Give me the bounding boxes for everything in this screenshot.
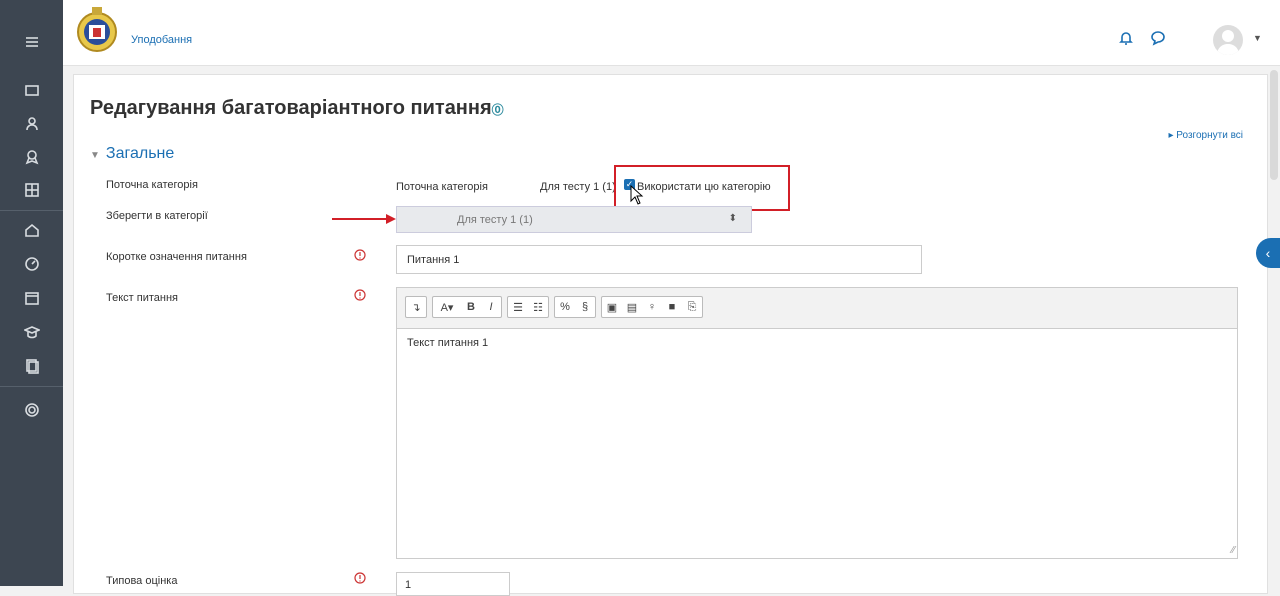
question-text-editor: ↴ A▾ B I ☰ ☷ % § ▣ ▤ ♀ ■ ⎘ Текст питання… (396, 287, 1238, 559)
unlink-icon[interactable]: § (575, 297, 595, 317)
user-menu-caret-icon[interactable]: ▼ (1253, 33, 1262, 43)
save-in-category-select[interactable]: Для тесту 1 (1) ⬍ (396, 206, 752, 233)
block-drawer-toggle-icon[interactable]: ‹ (1256, 238, 1280, 268)
grades-icon[interactable] (20, 178, 44, 202)
settings-icon[interactable] (20, 398, 44, 422)
italic-icon[interactable]: I (481, 297, 501, 317)
courses-icon[interactable] (20, 320, 44, 344)
help-icon[interactable]: ⓪ (492, 103, 504, 117)
menu-icon[interactable] (20, 30, 44, 54)
question-text-label: Текст питання (106, 292, 178, 304)
top-navbar: Уподобання ▼ (63, 0, 1280, 66)
save-in-category-value: Для тесту 1 (1) (457, 214, 533, 226)
user-avatar[interactable] (1213, 25, 1243, 55)
short-name-input[interactable]: Питання 1 (396, 245, 922, 274)
page-title: Редагування багатоваріантного питання⓪ (90, 97, 504, 119)
nav-drawer (0, 0, 63, 586)
resize-handle-icon[interactable]: ⁄⁄ (1232, 545, 1235, 556)
red-arrow-annotation (332, 214, 396, 224)
video-icon[interactable]: ■ (662, 297, 682, 317)
main-region: Редагування багатоваріантного питання⓪ ▸… (73, 74, 1268, 596)
section-general-header[interactable]: ▼ Загальне (90, 145, 174, 163)
save-in-category-label: Зберегти в категорії (106, 210, 208, 222)
bold-icon[interactable]: B (461, 297, 481, 317)
expand-all-link[interactable]: ▸ Розгорнути всі (1168, 130, 1243, 141)
bell-icon[interactable] (1118, 30, 1138, 50)
question-text-content: Текст питання 1 (407, 337, 489, 349)
home-icon[interactable] (20, 218, 44, 242)
message-icon[interactable] (1150, 30, 1170, 50)
site-link-preferences[interactable]: Уподобання (131, 34, 192, 46)
site-logo[interactable] (75, 4, 119, 54)
participants-icon[interactable] (20, 112, 44, 136)
default-mark-label: Типова оцінка (106, 575, 178, 587)
unordered-list-icon[interactable]: ☰ (508, 297, 528, 317)
question-text-area[interactable]: Текст питання 1 ⁄⁄ (397, 328, 1237, 558)
link-icon[interactable]: % (555, 297, 575, 317)
toolbar-toggle-icon[interactable]: ↴ (406, 297, 426, 317)
ordered-list-icon[interactable]: ☷ (528, 297, 548, 317)
mouse-cursor-icon (630, 185, 644, 205)
current-category-value: Для тесту 1 (1) (540, 181, 616, 193)
badges-icon[interactable] (20, 145, 44, 169)
select-arrows-icon: ⬍ (728, 213, 737, 224)
page-scrollbar[interactable] (1270, 70, 1278, 180)
folder-icon[interactable] (20, 78, 44, 102)
paragraph-style-icon[interactable]: A▾ (433, 297, 461, 317)
calendar-icon[interactable] (20, 286, 44, 310)
required-icon (354, 249, 366, 264)
media-icon[interactable]: ▤ (622, 297, 642, 317)
short-name-label: Коротке означення питання (106, 251, 247, 263)
default-mark-input[interactable]: 1 (396, 572, 510, 596)
collapse-chevron-icon: ▼ (90, 150, 100, 161)
required-icon (354, 572, 366, 587)
files-icon[interactable] (20, 354, 44, 378)
required-icon (354, 289, 366, 304)
image-icon[interactable]: ▣ (602, 297, 622, 317)
microphone-icon[interactable]: ♀ (642, 297, 662, 317)
dashboard-icon[interactable] (20, 252, 44, 276)
manage-files-icon[interactable]: ⎘ (682, 297, 702, 317)
current-category-label: Поточна категорія (106, 179, 198, 191)
current-category-static: Поточна категорія (396, 181, 488, 193)
editor-toolbar: ↴ A▾ B I ☰ ☷ % § ▣ ▤ ♀ ■ ⎘ (405, 296, 703, 320)
